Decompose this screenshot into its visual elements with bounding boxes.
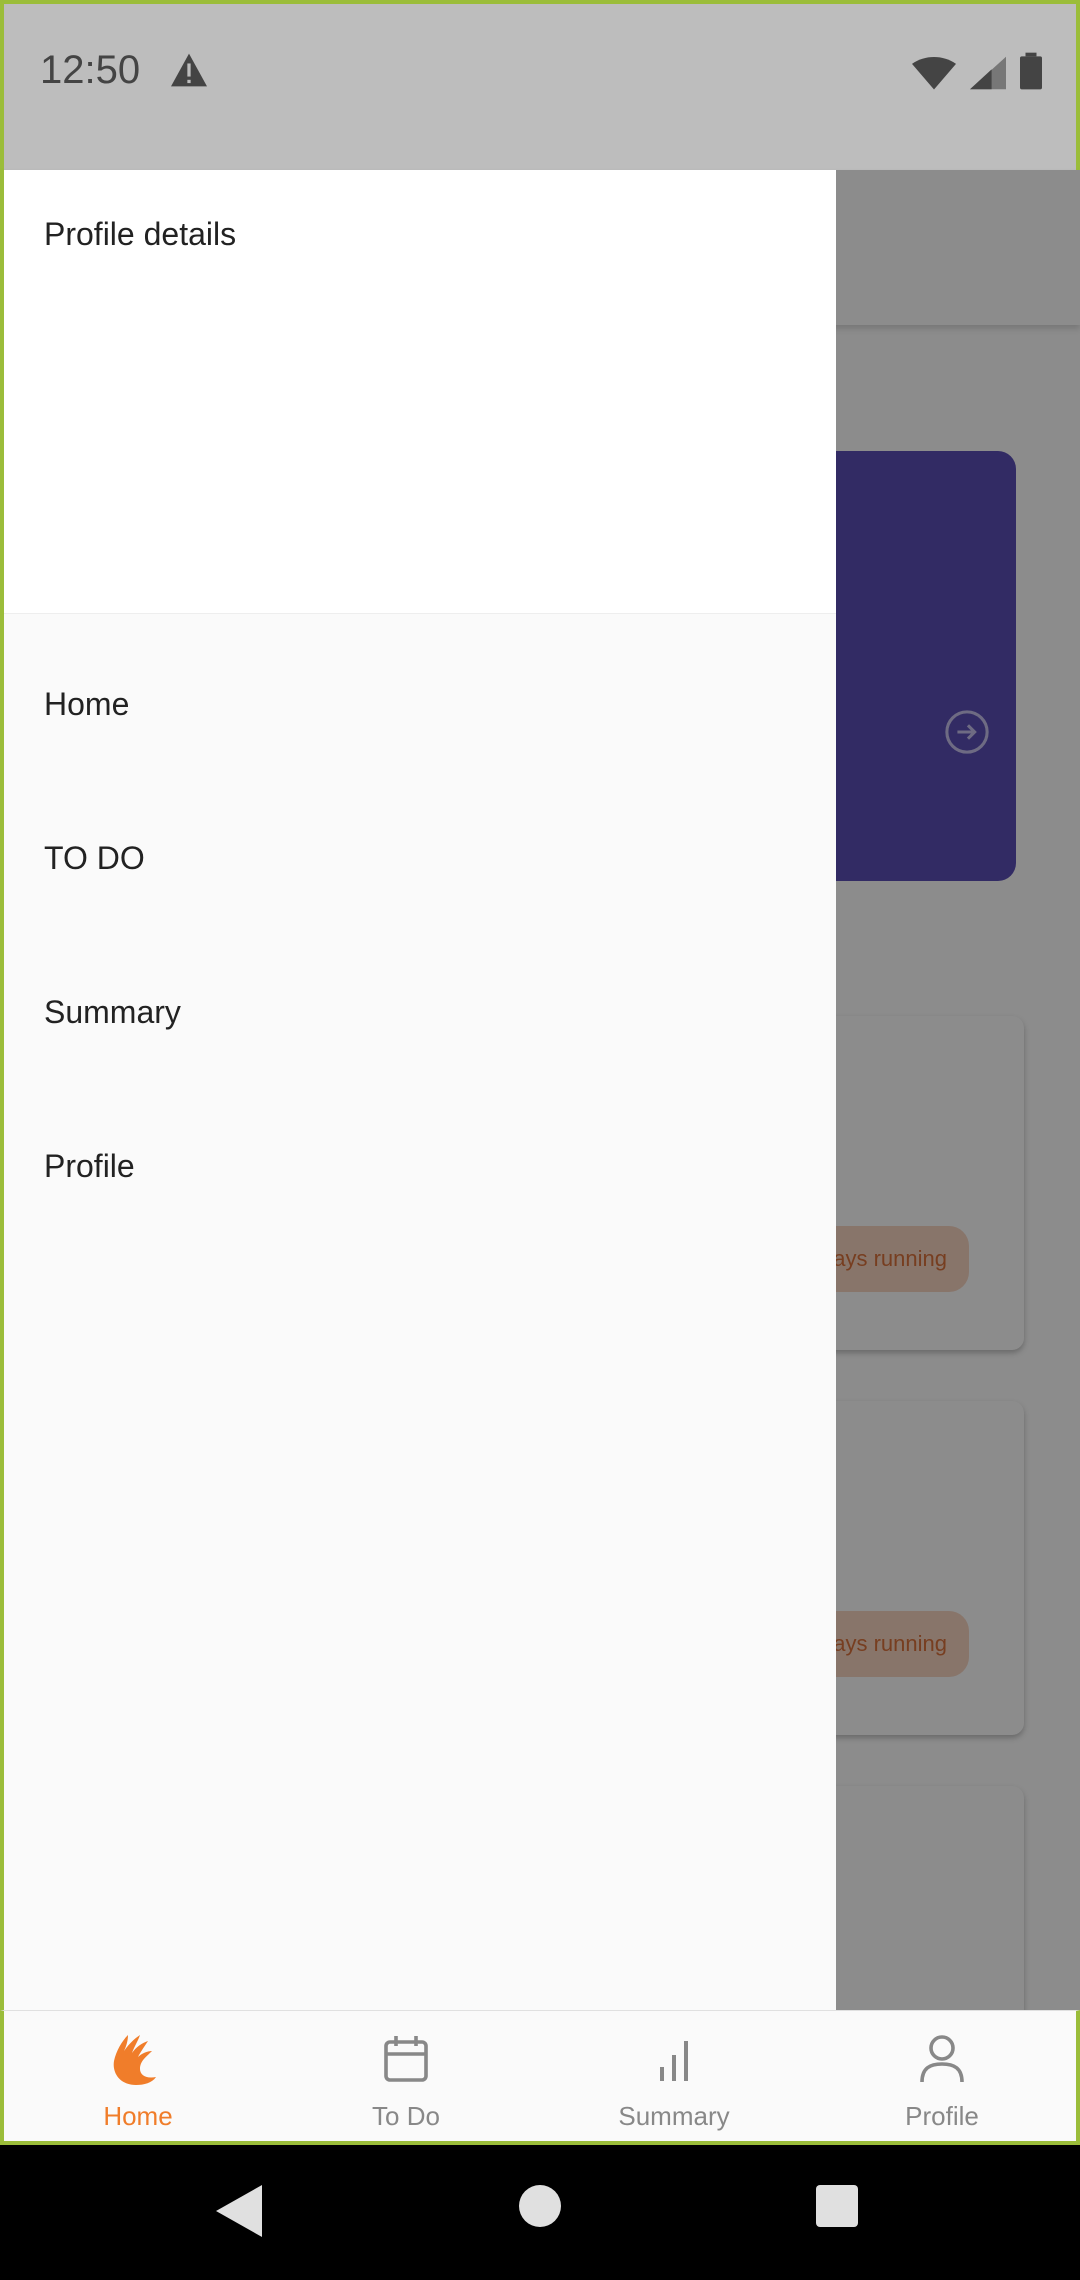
system-navigation-bar [0,2145,1080,2280]
bottom-nav-todo[interactable]: To Do [272,2011,540,2141]
bottom-nav-summary[interactable]: Summary [540,2011,808,2141]
drawer-item-summary[interactable]: Summary [4,942,836,1096]
recents-icon[interactable] [816,2185,858,2227]
battery-icon [1020,52,1042,90]
drawer-item-label: Profile [44,1148,135,1184]
calendar-icon [376,2029,436,2089]
bottom-nav-label: Home [103,2101,173,2131]
drawer-item-todo[interactable]: TO DO [4,788,836,942]
back-icon[interactable] [216,2185,262,2237]
status-time: 12:50 [40,48,141,92]
bottom-nav-label: Profile [905,2101,979,2131]
drawer-item-profile[interactable]: Profile [4,1096,836,1250]
status-icons [912,52,1042,90]
bar-chart-icon [644,2029,704,2089]
drawer-item-label: Home [44,686,130,722]
home-circle-icon[interactable] [519,2185,561,2227]
drawer-item-label: Summary [44,994,181,1030]
drawer-header-title: Profile details [44,216,237,252]
app-screen: 12:50 ays running ays running Profile de… [0,0,1080,2145]
signal-icon [970,56,1006,90]
bottom-nav-label: Summary [618,2101,730,2131]
bottom-nav-label: To Do [372,2101,440,2131]
warning-icon [171,53,207,87]
home-hand-icon [108,2029,168,2089]
person-icon [912,2029,972,2089]
drawer-item-label: TO DO [44,840,145,876]
bottom-nav-home[interactable]: Home [4,2011,272,2141]
navigation-drawer: Profile details Home TO DO Summary Profi… [0,170,836,2010]
wifi-icon [912,56,956,90]
bottom-navigation: Home To Do Summary Profile [0,2010,1080,2145]
drawer-item-home[interactable]: Home [4,634,836,788]
status-bar: 12:50 [0,0,1080,170]
drawer-header: Profile details [4,170,836,614]
bottom-nav-profile[interactable]: Profile [808,2011,1076,2141]
